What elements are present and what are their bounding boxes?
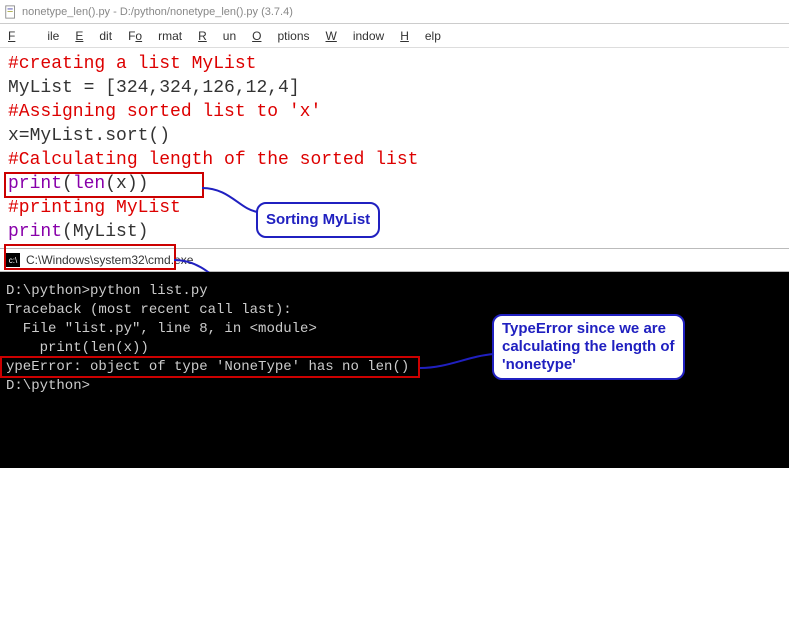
code-line: #Calculating length of the sorted list: [8, 148, 781, 172]
menu-file[interactable]: File: [8, 29, 59, 43]
console-title-text: C:\Windows\system32\cmd.exe: [26, 253, 193, 267]
highlight-error-line: [0, 356, 420, 378]
window-titlebar: nonetype_len().py - D:/python/nonetype_l…: [0, 0, 789, 24]
menu-window[interactable]: Window: [326, 29, 385, 43]
callout-sorting: Sorting MyList: [256, 202, 380, 238]
menu-edit[interactable]: Edit: [75, 29, 112, 43]
console-line: D:\python>python list.py: [6, 282, 783, 301]
code-line: print(len(x)): [8, 172, 781, 196]
code-line: x=MyList.sort(): [8, 124, 781, 148]
code-line: #Assigning sorted list to 'x': [8, 100, 781, 124]
console-output[interactable]: D:\python>python list.py Traceback (most…: [0, 272, 789, 468]
window-title: nonetype_len().py - D:/python/nonetype_l…: [22, 6, 293, 18]
menu-options[interactable]: Options: [252, 29, 309, 43]
callout-typeerror: TypeError since we are calculating the l…: [492, 314, 685, 380]
menu-help[interactable]: Help: [400, 29, 441, 43]
menu-format[interactable]: Format: [128, 29, 182, 43]
python-file-icon: [4, 5, 18, 19]
code-line: #printing MyList: [8, 196, 781, 220]
console-titlebar: c:\ C:\Windows\system32\cmd.exe: [0, 248, 789, 272]
code-line: #creating a list MyList: [8, 52, 781, 76]
cmd-icon: c:\: [6, 253, 20, 267]
code-editor[interactable]: #creating a list MyList MyList = [324,32…: [0, 48, 789, 248]
menubar: File Edit Format Run Options Window Help: [0, 24, 789, 48]
menu-run[interactable]: Run: [198, 29, 236, 43]
code-line: print(MyList): [8, 220, 781, 244]
code-line: MyList = [324,324,126,12,4]: [8, 76, 781, 100]
